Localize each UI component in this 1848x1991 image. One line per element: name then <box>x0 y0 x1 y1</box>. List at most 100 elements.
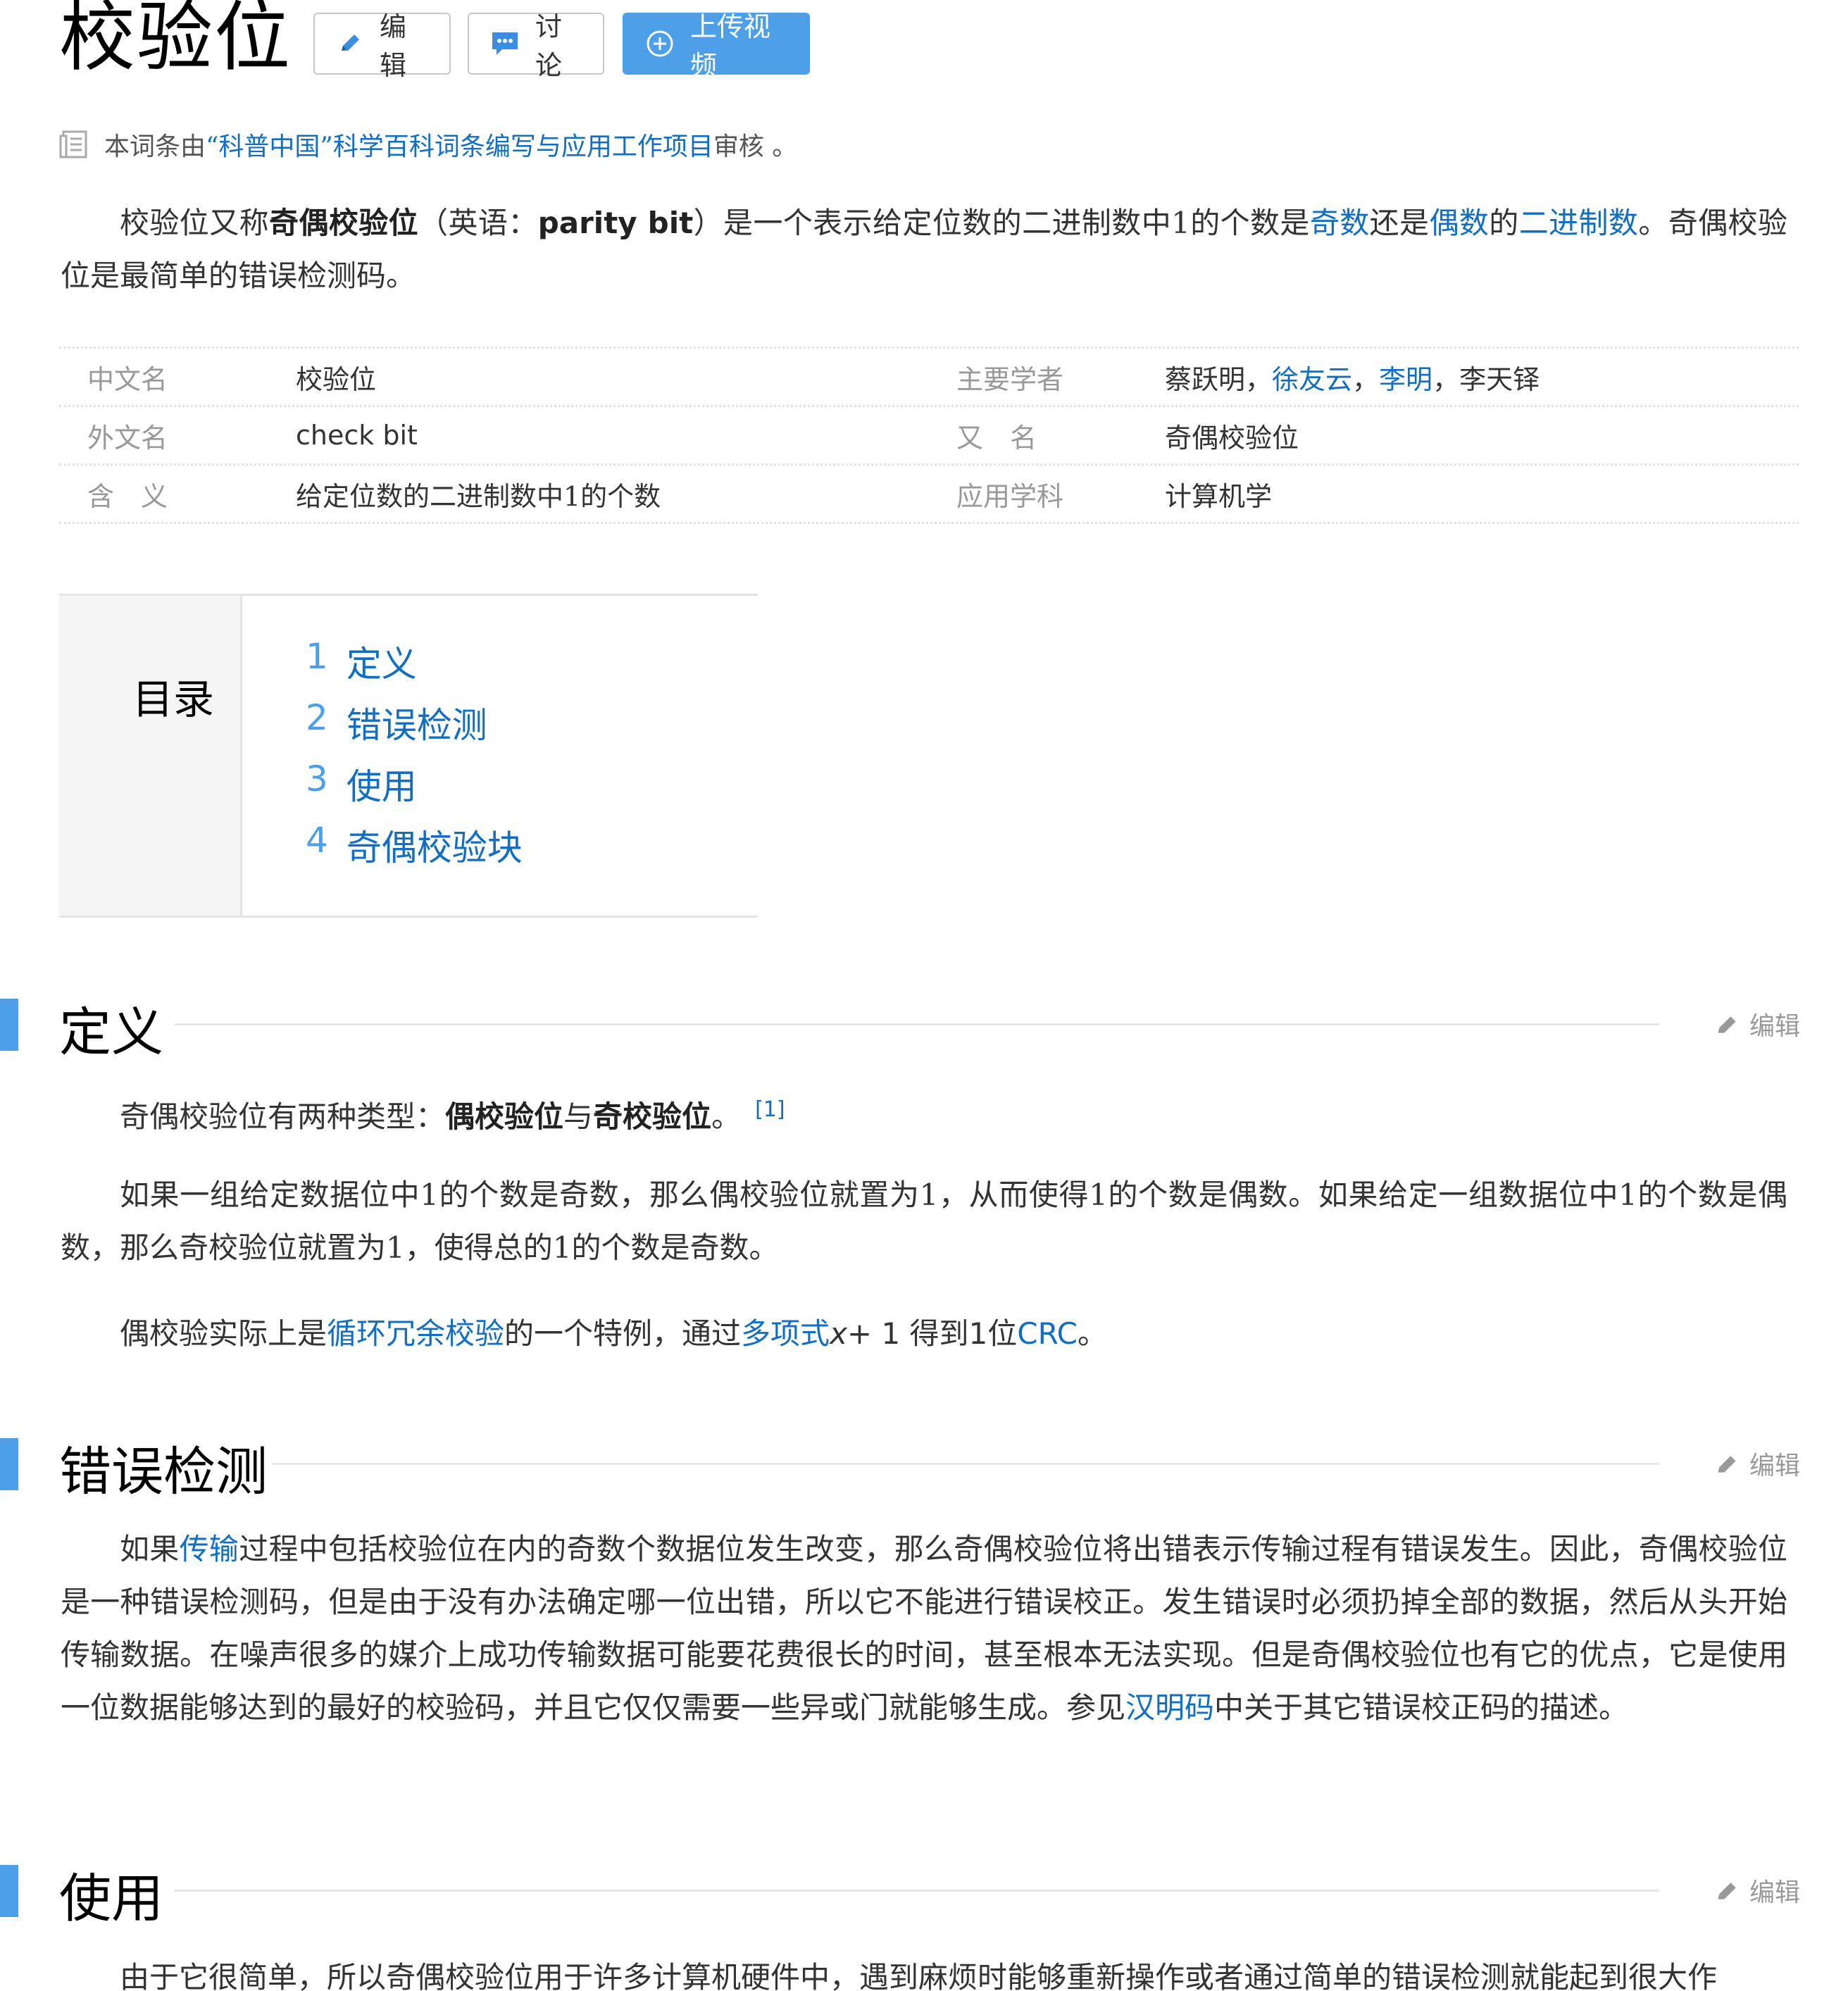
usage-paragraph: 由于它很简单，所以奇偶校验位用于许多计算机硬件中，遇到麻烦时能够重新操作或者通过… <box>120 1960 1718 1991</box>
toc-item[interactable]: 1 定义 <box>306 636 417 687</box>
info-value: 校验位 <box>296 363 377 395</box>
toc-sidebar: 目录 <box>59 596 242 916</box>
section-divider <box>175 1890 1659 1892</box>
scholar-link[interactable]: 李明 <box>1379 364 1432 395</box>
text: + 1 得到1位 <box>847 1316 1018 1351</box>
text: 。 <box>711 1099 742 1134</box>
info-key: 外文名 <box>87 422 168 454</box>
link-crc-check[interactable]: 循环冗余校验 <box>327 1316 504 1351</box>
info-key: 含 义 <box>87 480 168 512</box>
section-divider <box>272 1463 1659 1465</box>
toc-item-label: 错误检测 <box>346 705 487 746</box>
text: 与 <box>563 1099 594 1134</box>
intro-text: （英语： <box>418 206 538 240</box>
section-title-usage: 使用 <box>59 1868 163 1929</box>
error-detection-paragraph: 如果传输过程中包括校验位在内的奇数个数据位发生改变，那么奇偶校验位将出错表示传输… <box>61 1523 1787 1734</box>
toc-item-number: 1 <box>306 636 328 677</box>
plus-circle-icon <box>647 30 673 57</box>
intro-english-term: parity bit <box>537 206 694 240</box>
math-variable: x <box>830 1316 847 1351</box>
table-of-contents: 目录 1 定义 2 错误检测 3 使用 4 奇偶校验块 <box>59 594 758 918</box>
intro-text: ）是一个表示给定位数的二进制数中1的个数是 <box>693 206 1310 240</box>
section-edit-button[interactable]: 编辑 <box>1714 1872 1800 1909</box>
scholar-name: 蔡跃明， <box>1165 363 1273 395</box>
section-accent-bar <box>0 999 18 1051</box>
notice-prefix: 本词条由 <box>104 132 206 161</box>
info-value: 计算机学 <box>1165 480 1273 512</box>
scholar-name: 李天铎 <box>1459 363 1540 395</box>
upload-video-label: 上传视频 <box>690 11 771 81</box>
notice-suffix: 审核 。 <box>713 132 798 161</box>
section-title-error-detection: 错误检测 <box>59 1442 268 1502</box>
pencil-icon <box>1718 1883 1736 1899</box>
info-key: 中文名 <box>87 363 168 395</box>
info-box: 中文名 校验位 主要学者 蔡跃明，徐友云，李明，李天铎 外文名 check bi… <box>59 347 1799 524</box>
info-row: 外文名 check bit 又 名 奇偶校验位 <box>59 407 1799 466</box>
upload-video-button[interactable]: 上传视频 <box>623 11 810 81</box>
section-edit-button[interactable]: 编辑 <box>1714 1445 1800 1482</box>
edit-button-label: 编辑 <box>380 11 407 81</box>
toc-item-number: 2 <box>306 697 328 738</box>
section-edit-button[interactable]: 编辑 <box>1714 1006 1800 1042</box>
section-edit-label: 编辑 <box>1749 1878 1800 1907</box>
text: 中关于其它错误校正码的描述。 <box>1214 1690 1629 1725</box>
definition-paragraph-1: 奇偶校验位有两种类型：偶校验位与奇校验位。 [1] <box>61 1083 1787 1143</box>
reference-link[interactable]: [1] <box>755 1097 785 1122</box>
link-hamming-code[interactable]: 汉明码 <box>1125 1690 1214 1725</box>
section-title-definition: 定义 <box>59 1002 163 1063</box>
link-binary[interactable]: 二进制数 <box>1519 206 1639 240</box>
info-row: 含 义 给定位数的二进制数中1的个数 应用学科 计算机学 <box>59 466 1799 524</box>
toc-item-label: 定义 <box>346 644 417 685</box>
section-edit-label: 编辑 <box>1749 1012 1800 1041</box>
pencil-icon <box>342 35 359 51</box>
info-value: 给定位数的二进制数中1的个数 <box>296 480 661 512</box>
review-notice: 本词条由 “科普中国”科学百科词条编写与应用工作项目 审核 。 <box>59 123 797 166</box>
definition-paragraph-3: 偶校验实际上是循环冗余校验的一个特例，通过多项式x+ 1 得到1位CRC。 <box>61 1307 1787 1360</box>
info-value: 奇偶校验位 <box>1165 422 1299 454</box>
toc-item[interactable]: 4 奇偶校验块 <box>306 820 523 870</box>
toc-item[interactable]: 3 使用 <box>306 759 417 809</box>
section-accent-bar <box>0 1438 18 1490</box>
text: 。 <box>1078 1316 1108 1351</box>
info-key: 又 名 <box>956 422 1037 454</box>
discuss-button[interactable]: 讨论 <box>468 11 604 81</box>
notice-project-link[interactable]: “科普中国”科学百科词条编写与应用工作项目 <box>206 126 713 163</box>
separator: ， <box>1352 363 1380 395</box>
edit-button[interactable]: 编辑 <box>313 11 451 81</box>
text: 的一个特例，通过 <box>504 1316 742 1351</box>
chat-icon <box>492 32 518 55</box>
section-edit-label: 编辑 <box>1749 1452 1800 1480</box>
bold-term: 奇校验位 <box>593 1099 712 1134</box>
section-divider <box>175 1023 1659 1025</box>
toc-item-label: 使用 <box>346 766 417 807</box>
definition-paragraph-2: 如果一组给定数据位中1的个数是奇数，那么偶校验位就置为1，从而使得1的个数是偶数… <box>61 1178 1787 1265</box>
page-title: 校验位 <box>59 0 292 82</box>
document-icon <box>59 130 87 158</box>
toc-item-number: 4 <box>306 820 328 861</box>
info-key: 应用学科 <box>956 480 1064 512</box>
intro-text: 的 <box>1489 206 1519 240</box>
info-key: 主要学者 <box>956 363 1064 395</box>
scholar-link[interactable]: 徐友云 <box>1272 364 1352 395</box>
text: 偶校验实际上是 <box>120 1316 327 1351</box>
intro-bold-term: 奇偶校验位 <box>269 206 419 240</box>
toc-title: 目录 <box>132 675 215 723</box>
bold-term: 偶校验位 <box>445 1099 564 1134</box>
toc-item[interactable]: 2 错误检测 <box>306 697 487 748</box>
intro-text: 还是 <box>1369 206 1430 240</box>
info-value-scholars: 蔡跃明，徐友云，李明，李天铎 <box>1165 358 1540 397</box>
separator: ， <box>1432 363 1460 395</box>
text: 奇偶校验位有两种类型： <box>120 1099 446 1134</box>
link-even[interactable]: 偶数 <box>1429 206 1489 240</box>
link-transmission[interactable]: 传输 <box>180 1532 239 1566</box>
toc-item-label: 奇偶校验块 <box>346 828 523 868</box>
text: 如果 <box>120 1532 180 1566</box>
pencil-icon <box>1718 1016 1736 1033</box>
pencil-icon <box>1718 1456 1736 1473</box>
section-accent-bar <box>0 1865 18 1917</box>
toc-item-number: 3 <box>306 759 328 799</box>
link-polynomial[interactable]: 多项式 <box>741 1316 830 1351</box>
link-crc[interactable]: CRC <box>1017 1316 1078 1351</box>
link-odd[interactable]: 奇数 <box>1310 206 1370 240</box>
discuss-button-label: 讨论 <box>535 11 563 81</box>
